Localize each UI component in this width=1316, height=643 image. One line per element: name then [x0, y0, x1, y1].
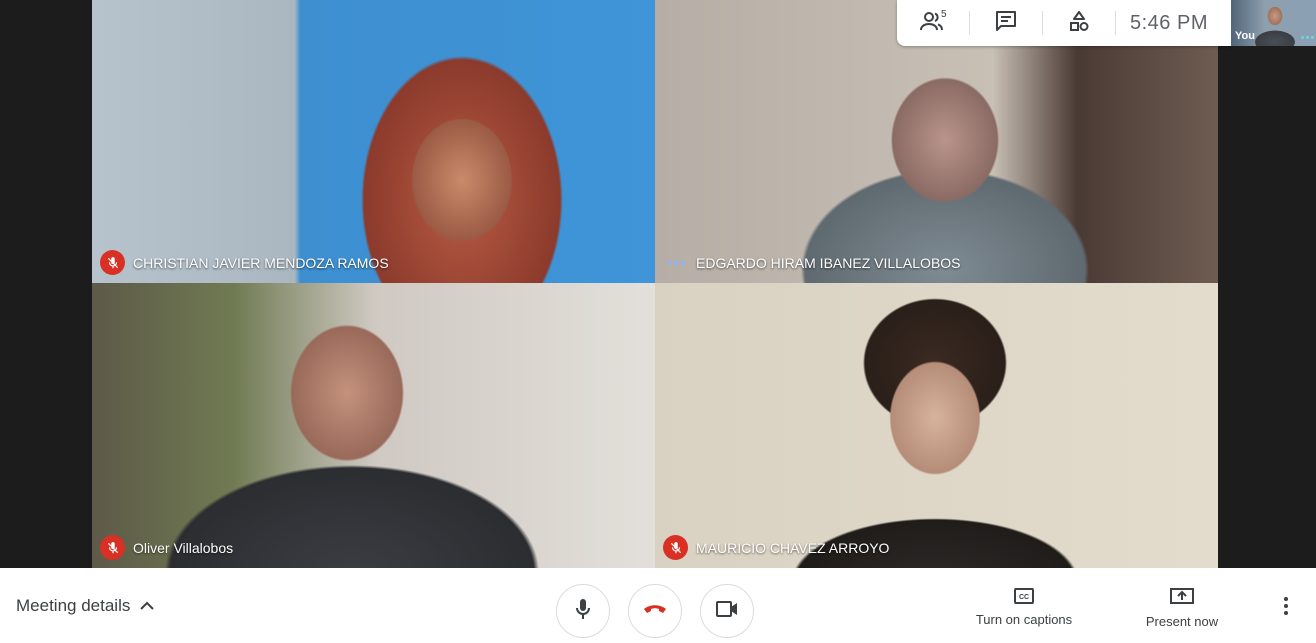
self-view[interactable]: You — [1231, 0, 1316, 46]
people-button[interactable]: 5 — [897, 0, 969, 46]
participant-name-bar: EDGARDO HIRAM IBANEZ VILLALOBOS — [663, 250, 961, 275]
bottom-toolbar: Meeting details CC Turn on captions Pres… — [0, 568, 1316, 643]
participant-tile[interactable]: CHRISTIAN JAVIER MENDOZA RAMOS — [92, 0, 655, 283]
chevron-up-icon — [140, 596, 155, 616]
present-screen-icon — [1170, 588, 1194, 609]
participant-name: MAURICIO CHAVEZ ARROYO — [696, 539, 890, 556]
participant-tile[interactable]: MAURICIO CHAVEZ ARROYO — [655, 283, 1218, 568]
chat-button[interactable] — [970, 0, 1042, 46]
participant-video — [92, 0, 655, 283]
speaking-indicator-icon — [663, 250, 688, 275]
participant-video — [92, 283, 655, 568]
participant-video — [655, 283, 1218, 568]
mic-off-icon — [100, 250, 125, 275]
present-now-button[interactable]: Present now — [1130, 588, 1234, 629]
top-controls: 5 5:46 PM — [897, 0, 1231, 46]
captions-button[interactable]: CC Turn on captions — [966, 588, 1082, 627]
mic-off-icon — [663, 535, 688, 560]
clock: 5:46 PM — [1130, 11, 1208, 34]
participant-tile[interactable]: Oliver Villalobos — [92, 283, 655, 568]
closed-captions-icon: CC — [1014, 588, 1034, 607]
hang-up-icon — [643, 602, 667, 620]
video-grid: CHRISTIAN JAVIER MENDOZA RAMOS EDGARDO H… — [0, 0, 1316, 568]
participant-name-bar: Oliver Villalobos — [100, 535, 233, 560]
participant-name-bar: MAURICIO CHAVEZ ARROYO — [663, 535, 889, 560]
participant-name: EDGARDO HIRAM IBANEZ VILLALOBOS — [696, 254, 961, 271]
microphone-button[interactable] — [556, 584, 610, 638]
camera-icon — [716, 600, 738, 622]
captions-label: Turn on captions — [975, 612, 1073, 627]
chat-icon — [995, 10, 1017, 36]
svg-text:CC: CC — [1019, 594, 1029, 601]
participant-name-bar: CHRISTIAN JAVIER MENDOZA RAMOS — [100, 250, 389, 275]
audio-level-icon — [1301, 36, 1314, 39]
participant-name: Oliver Villalobos — [133, 539, 234, 556]
activities-icon — [1068, 10, 1090, 37]
meeting-details-button[interactable]: Meeting details — [16, 568, 155, 643]
leave-call-button[interactable] — [628, 584, 682, 638]
participant-name: CHRISTIAN JAVIER MENDOZA RAMOS — [133, 254, 389, 271]
people-count-badge: 5 — [941, 9, 947, 20]
mic-off-icon — [100, 535, 125, 560]
present-label: Present now — [1145, 614, 1219, 629]
activities-button[interactable] — [1043, 0, 1115, 46]
self-view-label: You — [1235, 30, 1255, 42]
more-vert-icon — [1284, 596, 1288, 620]
microphone-icon — [575, 598, 591, 625]
camera-button[interactable] — [700, 584, 754, 638]
meeting-details-label: Meeting details — [16, 595, 131, 615]
more-options-button[interactable] — [1276, 596, 1296, 620]
